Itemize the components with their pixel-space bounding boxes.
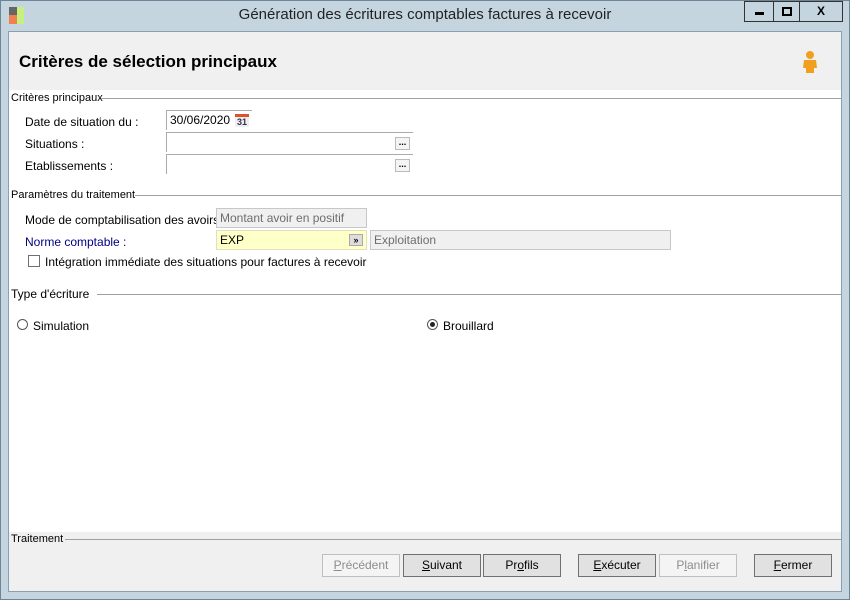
etablissements-label: Etablissements : bbox=[25, 159, 114, 173]
divider bbox=[97, 294, 841, 295]
chevron-down-icon[interactable]: » bbox=[349, 234, 363, 246]
fermer-button[interactable]: Fermer bbox=[754, 554, 832, 577]
situations-input[interactable] bbox=[166, 132, 413, 152]
simulation-label: Simulation bbox=[33, 319, 90, 333]
norme-value: EXP bbox=[220, 233, 245, 247]
divider bbox=[101, 98, 841, 99]
page-title: Critères de sélection principaux bbox=[19, 52, 277, 71]
header-band: Critères de sélection principaux bbox=[9, 32, 841, 90]
minimize-button[interactable] bbox=[744, 1, 774, 22]
close-icon: X bbox=[816, 4, 825, 18]
profils-button[interactable]: Profils bbox=[483, 554, 561, 577]
date-label: Date de situation du : bbox=[25, 115, 139, 129]
planifier-button[interactable]: Planifier bbox=[659, 554, 737, 577]
brouillard-radio[interactable] bbox=[427, 319, 438, 330]
section-parametres: Paramètres du traitement bbox=[11, 189, 136, 201]
brouillard-label: Brouillard bbox=[443, 319, 494, 333]
precedent-button[interactable]: Précédent bbox=[322, 554, 400, 577]
etablissements-browse-button[interactable]: ... bbox=[395, 159, 410, 172]
etablissements-input[interactable] bbox=[166, 154, 413, 174]
divider bbox=[65, 539, 841, 540]
integration-checkbox[interactable] bbox=[28, 255, 40, 267]
simulation-radio[interactable] bbox=[17, 319, 28, 330]
divider bbox=[135, 195, 841, 196]
window-title: Génération des écritures comptables fact… bbox=[238, 6, 612, 23]
maximize-icon bbox=[781, 7, 792, 16]
suivant-button[interactable]: Suivant bbox=[403, 554, 481, 577]
section-traitement: Traitement bbox=[11, 533, 64, 545]
close-button[interactable]: X bbox=[799, 1, 843, 22]
minimize-icon bbox=[754, 12, 764, 15]
section-criteres: Critères principaux bbox=[11, 92, 103, 104]
client-area: Critères de sélection principaux Critère… bbox=[8, 31, 842, 592]
integration-label: Intégration immédiate des situations pou… bbox=[45, 255, 367, 269]
norme-description: Exploitation bbox=[370, 230, 671, 250]
norme-select[interactable]: EXP bbox=[216, 230, 367, 250]
situations-label: Situations : bbox=[25, 137, 85, 151]
executer-button[interactable]: Exécuter bbox=[578, 554, 656, 577]
calendar-icon[interactable]: 31 bbox=[235, 114, 249, 127]
mode-label: Mode de comptabilisation des avoirs : bbox=[25, 213, 226, 227]
date-value: 30/06/2020 bbox=[170, 113, 231, 127]
user-icon[interactable] bbox=[801, 50, 819, 74]
situations-browse-button[interactable]: ... bbox=[395, 137, 410, 150]
mode-field: Montant avoir en positif bbox=[216, 208, 367, 228]
section-type-ecriture: Type d'écriture bbox=[11, 287, 90, 301]
norme-label: Norme comptable : bbox=[25, 235, 127, 249]
maximize-button[interactable] bbox=[773, 1, 800, 22]
